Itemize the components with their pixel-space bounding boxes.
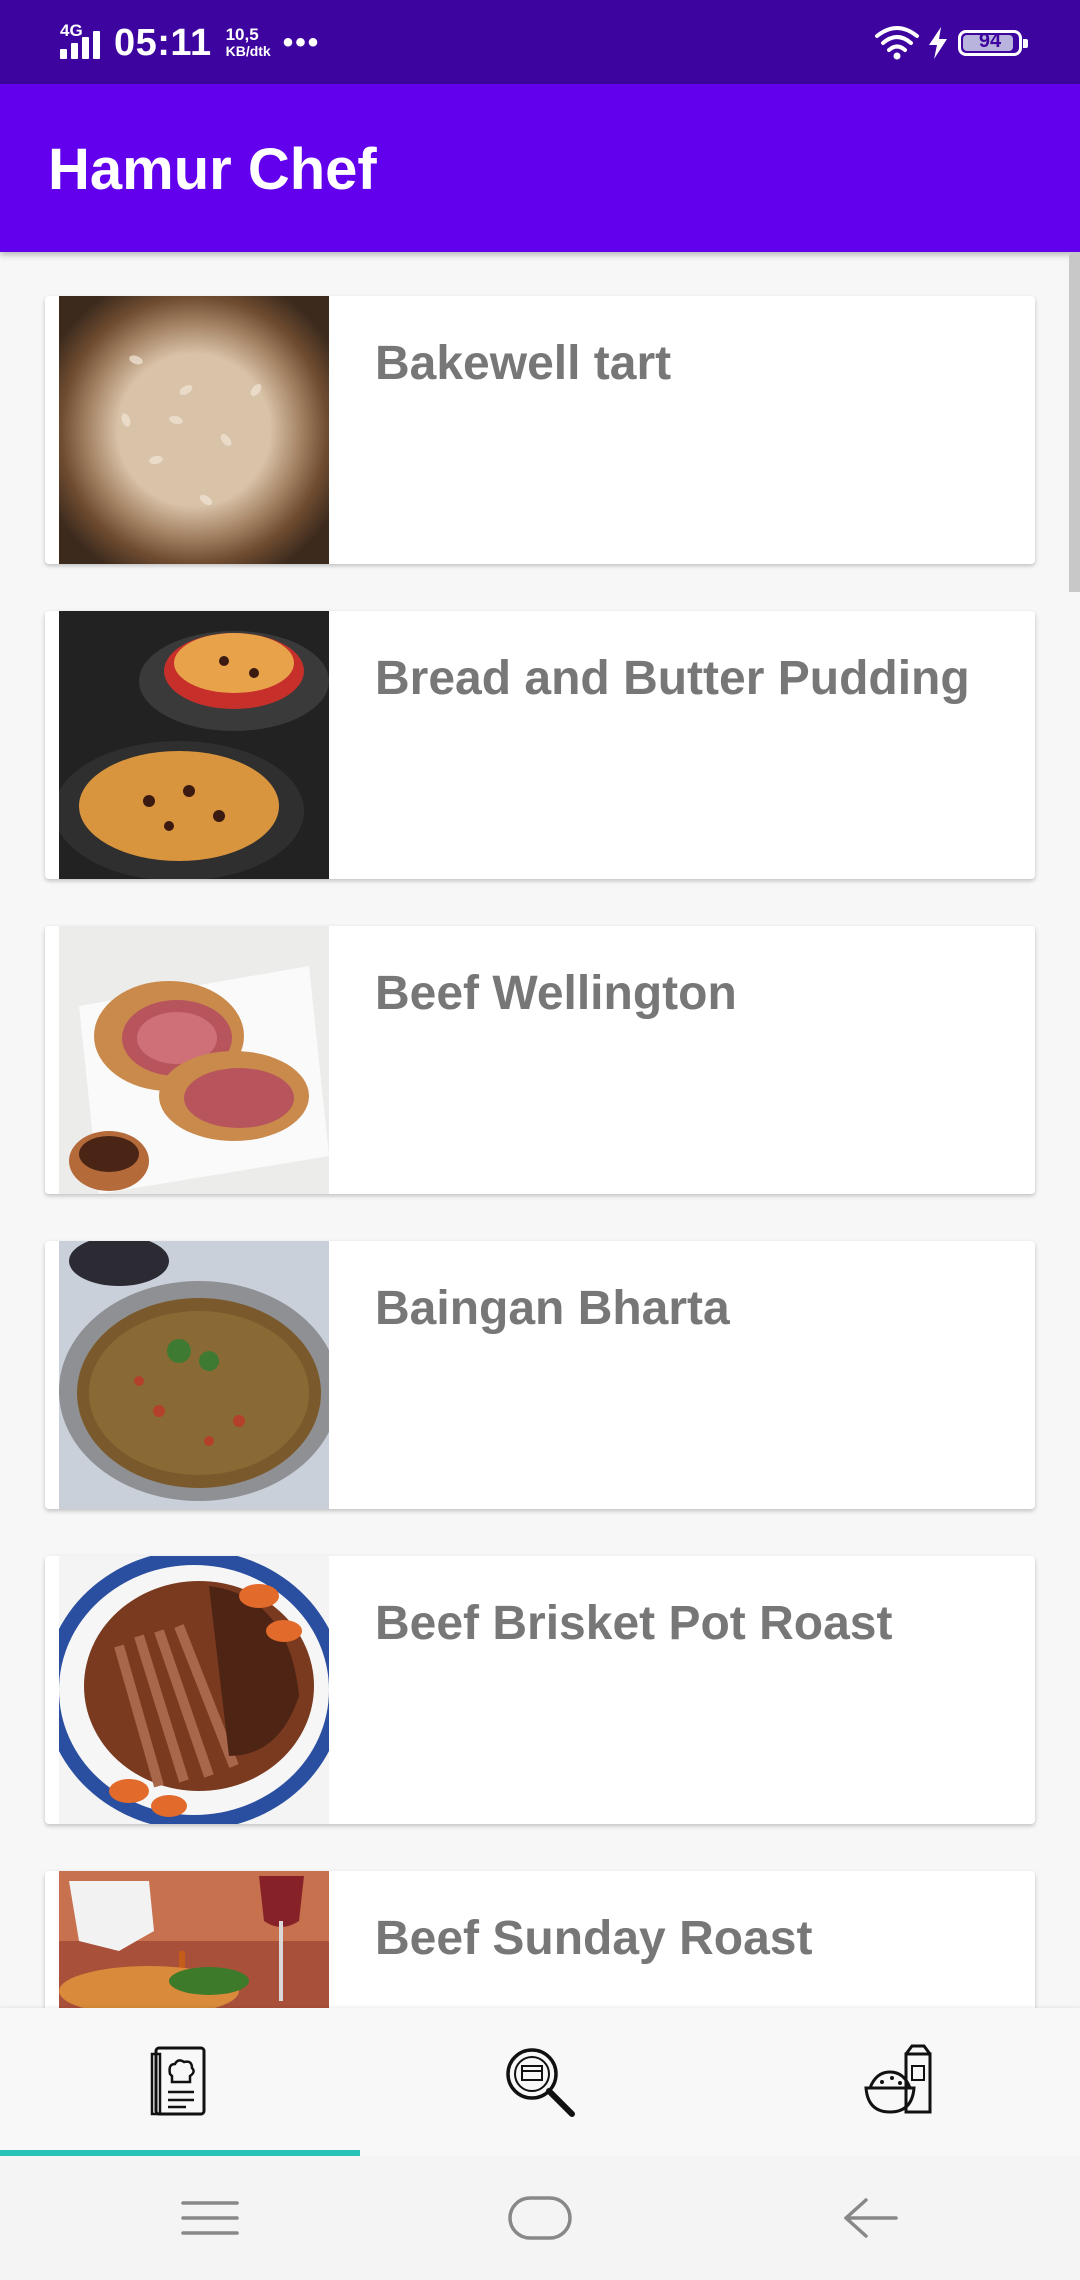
recipe-title: Bread and Butter Pudding	[375, 652, 970, 705]
signal-icon: 4G	[58, 21, 104, 63]
battery-icon: 94	[958, 30, 1028, 56]
recipe-book-icon	[150, 2046, 206, 2116]
recipe-card[interactable]: Beef Brisket Pot Roast	[45, 1556, 1035, 1824]
battery-level: 94	[978, 30, 1002, 52]
recipe-title: Bakewell tart	[375, 337, 672, 390]
more-notifications-icon: •••	[282, 26, 321, 59]
nav-item-ingredients[interactable]	[720, 2008, 1080, 2156]
status-left: 4G 05:11 10,5 KB/dtk •••	[58, 18, 320, 68]
recipe-card[interactable]: Bakewell tart	[45, 296, 1035, 564]
list-scrollbar[interactable]	[1069, 252, 1080, 592]
search-menu-icon	[506, 2048, 575, 2117]
network-type: 4G	[60, 21, 83, 40]
bread-butter-pudding-image	[59, 611, 329, 879]
wifi-icon	[875, 26, 919, 60]
beef-wellington-image	[59, 926, 329, 1194]
charging-icon	[929, 27, 947, 59]
bottom-navigation	[0, 2008, 1080, 2156]
app-bar: Hamur Chef	[0, 84, 1080, 252]
status-right: 94	[874, 18, 1028, 68]
ingredients-icon	[864, 2044, 932, 2114]
back-button[interactable]	[690, 2156, 1050, 2280]
nav-item-search[interactable]	[360, 2008, 720, 2156]
bakewell-tart-image	[59, 296, 329, 564]
recipe-title: Beef Wellington	[375, 967, 737, 1020]
speed-value: 10,5	[225, 25, 259, 44]
baingan-bharta-image	[59, 1241, 329, 1509]
recipe-card[interactable]: Beef Sunday Roast	[45, 1871, 1035, 2008]
speed-unit: KB/dtk	[225, 43, 271, 59]
recipe-card[interactable]: Bread and Butter Pudding	[45, 611, 1035, 879]
menu-button[interactable]	[30, 2156, 390, 2280]
status-time: 05:11	[114, 21, 212, 64]
home-button[interactable]	[360, 2156, 720, 2280]
back-icon	[844, 2198, 898, 2238]
menu-icon	[181, 2201, 239, 2235]
beef-brisket-image	[59, 1556, 329, 1824]
home-icon	[508, 2196, 572, 2240]
beef-sunday-roast-image	[59, 1871, 329, 2008]
nav-item-recipes[interactable]	[0, 2008, 360, 2156]
recipe-list[interactable]: Bakewell tart Bread and Butter Pudding B…	[0, 252, 1080, 2008]
status-bar: 4G 05:11 10,5 KB/dtk ••• 94	[0, 0, 1080, 84]
recipe-title: Beef Brisket Pot Roast	[375, 1597, 893, 1650]
recipe-card[interactable]: Beef Wellington	[45, 926, 1035, 1194]
recipe-title: Baingan Bharta	[375, 1282, 730, 1335]
recipe-card[interactable]: Baingan Bharta	[45, 1241, 1035, 1509]
network-speed: 10,5 KB/dtk	[226, 26, 271, 60]
recipe-title: Beef Sunday Roast	[375, 1912, 813, 1965]
system-navigation-bar	[0, 2156, 1080, 2280]
app-title: Hamur Chef	[48, 137, 377, 202]
